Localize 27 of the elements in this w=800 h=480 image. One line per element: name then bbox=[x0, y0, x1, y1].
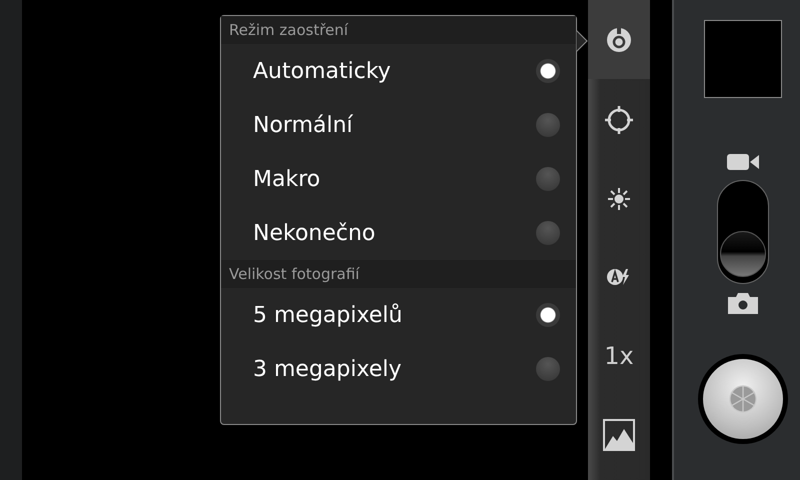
mode-switch[interactable] bbox=[717, 180, 769, 284]
thumbnail[interactable] bbox=[704, 20, 782, 98]
settings-tab[interactable] bbox=[588, 0, 650, 79]
crosshair-icon bbox=[605, 106, 633, 134]
option-label[interactable]: Nekonečno bbox=[253, 220, 376, 246]
settings-tab[interactable]: 1x bbox=[588, 316, 650, 395]
focus-mode-icon bbox=[605, 26, 633, 54]
section-header: Velikost fotografií bbox=[221, 260, 576, 288]
option-label[interactable]: Normální bbox=[253, 112, 353, 138]
zoom-level: 1x bbox=[604, 342, 634, 370]
radio-button[interactable] bbox=[536, 357, 560, 381]
radio-button[interactable] bbox=[536, 59, 560, 83]
sun-icon bbox=[605, 185, 633, 213]
landscape-icon bbox=[603, 418, 635, 450]
video-camera-icon bbox=[727, 153, 759, 171]
radio-button[interactable] bbox=[536, 221, 560, 245]
camera-icon bbox=[726, 292, 760, 314]
option-label[interactable]: Automaticky bbox=[253, 58, 391, 84]
option-label[interactable]: 3 megapixely bbox=[253, 356, 402, 382]
radio-button[interactable] bbox=[536, 303, 560, 327]
aperture-icon bbox=[727, 383, 759, 415]
switch-knob[interactable] bbox=[720, 231, 766, 277]
option-label[interactable]: Makro bbox=[253, 166, 320, 192]
radio-button[interactable] bbox=[536, 167, 560, 191]
radio-button[interactable] bbox=[536, 113, 560, 137]
option-label[interactable]: 5 megapixelů bbox=[253, 302, 402, 328]
section-header: Režim zaostření bbox=[221, 16, 576, 44]
